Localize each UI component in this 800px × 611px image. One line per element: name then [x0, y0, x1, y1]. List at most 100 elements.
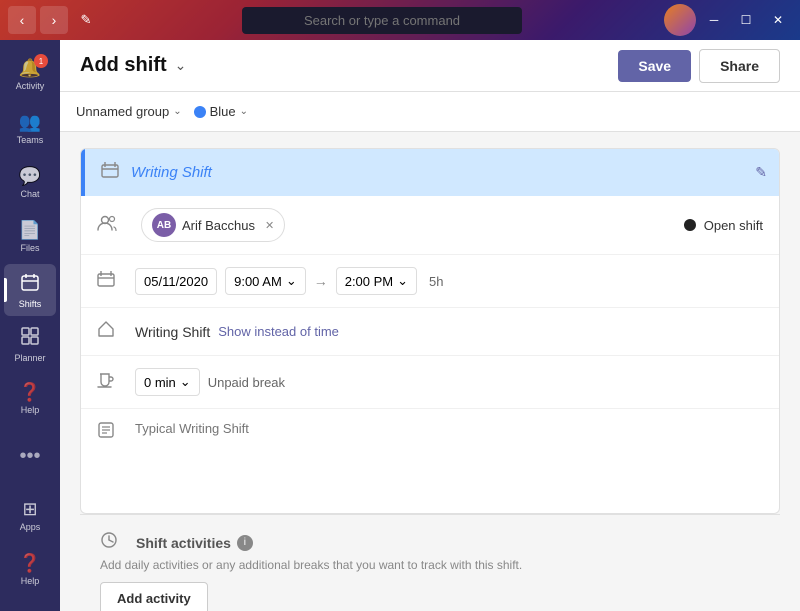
titlebar-left: ‹ › ✎ [8, 6, 100, 34]
chip-close-icon[interactable]: ✕ [265, 219, 274, 232]
group-chevron-icon: ⌄ [173, 106, 181, 117]
activities-header: Shift activities i [100, 531, 760, 554]
user-avatar: AB [152, 213, 176, 237]
break-duration-value: 0 min [144, 375, 176, 390]
main-content: Add shift ⌄ Save Share Unnamed group ⌄ B… [60, 40, 800, 611]
label-row-icon [97, 320, 115, 343]
break-row-icon [97, 371, 115, 394]
sidebar-label-help-mid: Help [21, 405, 40, 415]
activity-badge: 1 [34, 54, 48, 68]
open-shift-dot [684, 219, 696, 231]
title-row-icon [101, 161, 119, 184]
show-instead-link[interactable]: Show instead of time [218, 324, 339, 339]
activities-description: Add daily activities or any additional b… [100, 558, 760, 572]
activities-clock-icon [100, 531, 118, 554]
share-button[interactable]: Share [699, 49, 780, 83]
notes-textarea[interactable] [135, 421, 763, 501]
sidebar-label-teams: Teams [17, 135, 44, 145]
back-button[interactable]: ‹ [8, 6, 36, 34]
minimize-button[interactable]: ─ [700, 6, 728, 34]
activities-section: Shift activities i Add daily activities … [80, 514, 780, 611]
duration-label: 5h [429, 274, 443, 289]
shift-title-input[interactable] [131, 164, 763, 181]
end-time-select[interactable]: 2:00 PM ⌄ [336, 267, 417, 295]
filterbar: Unnamed group ⌄ Blue ⌄ [60, 92, 800, 132]
notes-row-icon [97, 421, 115, 444]
forward-button[interactable]: › [40, 6, 68, 34]
user-chip: AB Arif Bacchus ✕ [141, 208, 285, 242]
sidebar-label-planner: Planner [14, 353, 45, 363]
start-time-select[interactable]: 9:00 AM ⌄ [225, 267, 306, 295]
datetime-row: 05/11/2020 9:00 AM ⌄ → 2:00 PM ⌄ 5h [81, 255, 779, 308]
search-input[interactable] [242, 7, 522, 34]
help-bottom-icon: ❓ [19, 553, 41, 574]
edit-icon[interactable]: ✎ [72, 6, 100, 34]
chat-icon: 💬 [19, 166, 41, 187]
sidebar-item-shifts[interactable]: Shifts [4, 264, 56, 316]
group-name: Unnamed group [76, 104, 169, 119]
sidebar-label-shifts: Shifts [19, 299, 42, 309]
open-shift-label: Open shift [704, 218, 763, 233]
end-time-value: 2:00 PM [345, 274, 393, 289]
chip-name: Arif Bacchus [182, 218, 255, 233]
add-activity-button[interactable]: Add activity [100, 582, 208, 611]
shift-title-edit-icon[interactable]: ✎ [755, 164, 767, 181]
break-type-label: Unpaid break [208, 375, 285, 390]
topbar-left: Add shift ⌄ [80, 54, 186, 77]
label-text: Writing Shift [135, 324, 210, 340]
files-icon: 📄 [19, 220, 41, 241]
sidebar-label-apps: Apps [20, 522, 41, 532]
time-arrow-icon: → [314, 273, 328, 289]
sidebar-item-chat[interactable]: 💬 Chat [4, 156, 56, 208]
topbar: Add shift ⌄ Save Share [60, 40, 800, 92]
avatar [664, 4, 696, 36]
close-button[interactable]: ✕ [764, 6, 792, 34]
sidebar-label-help-bottom: Help [21, 576, 40, 586]
sidebar-item-help-bottom[interactable]: ❓ Help [4, 543, 56, 595]
date-select[interactable]: 05/11/2020 [135, 268, 217, 295]
sidebar-item-planner[interactable]: Planner [4, 318, 56, 370]
color-dot [194, 106, 206, 118]
sidebar-item-help-mid[interactable]: ❓ Help [4, 372, 56, 424]
color-label: Blue [210, 104, 236, 119]
activities-info-icon[interactable]: i [237, 535, 253, 551]
sidebar-item-apps[interactable]: ⊞ Apps [4, 489, 56, 541]
more-button[interactable]: ••• [19, 445, 40, 468]
title-dropdown-arrow[interactable]: ⌄ [175, 57, 187, 74]
color-chevron-icon: ⌄ [240, 106, 248, 117]
date-value: 05/11/2020 [144, 274, 208, 289]
start-time-chevron: ⌄ [286, 273, 297, 289]
topbar-right: Save Share [618, 49, 780, 83]
save-button[interactable]: Save [618, 50, 691, 82]
sidebar-label-activity: Activity [16, 81, 45, 91]
open-shift-section: Open shift [684, 218, 763, 233]
group-dropdown[interactable]: Unnamed group ⌄ [76, 104, 182, 119]
planner-icon [20, 326, 40, 351]
start-time-value: 9:00 AM [234, 274, 282, 289]
people-row-icon [97, 215, 117, 236]
break-row: 0 min ⌄ Unpaid break [81, 356, 779, 409]
label-row: Writing Shift Show instead of time [81, 308, 779, 356]
notes-row [81, 409, 779, 513]
app-body: 🔔 Activity 1 👥 Teams 💬 Chat 📄 Files [0, 40, 800, 611]
form-card: ✎ AB [80, 148, 780, 514]
people-row: AB Arif Bacchus ✕ Open shift [81, 196, 779, 255]
content-area: ✎ AB [60, 132, 800, 611]
titlebar: ‹ › ✎ ─ ☐ ✕ [0, 0, 800, 40]
shift-title-row: ✎ [81, 149, 779, 196]
maximize-button[interactable]: ☐ [732, 6, 760, 34]
sidebar-label-files: Files [20, 243, 39, 253]
activities-title: Shift activities [136, 535, 231, 551]
sidebar-item-teams[interactable]: 👥 Teams [4, 102, 56, 154]
end-time-chevron: ⌄ [397, 273, 408, 289]
color-dropdown[interactable]: Blue ⌄ [194, 104, 248, 119]
help-mid-icon: ❓ [19, 382, 41, 403]
datetime-row-icon [97, 270, 115, 293]
teams-icon: 👥 [19, 112, 41, 133]
sidebar-item-activity[interactable]: 🔔 Activity 1 [4, 48, 56, 100]
titlebar-right: ─ ☐ ✕ [664, 4, 792, 36]
shifts-icon [20, 272, 40, 297]
user-initials: AB [157, 220, 171, 231]
sidebar-item-files[interactable]: 📄 Files [4, 210, 56, 262]
break-duration-select[interactable]: 0 min ⌄ [135, 368, 200, 396]
